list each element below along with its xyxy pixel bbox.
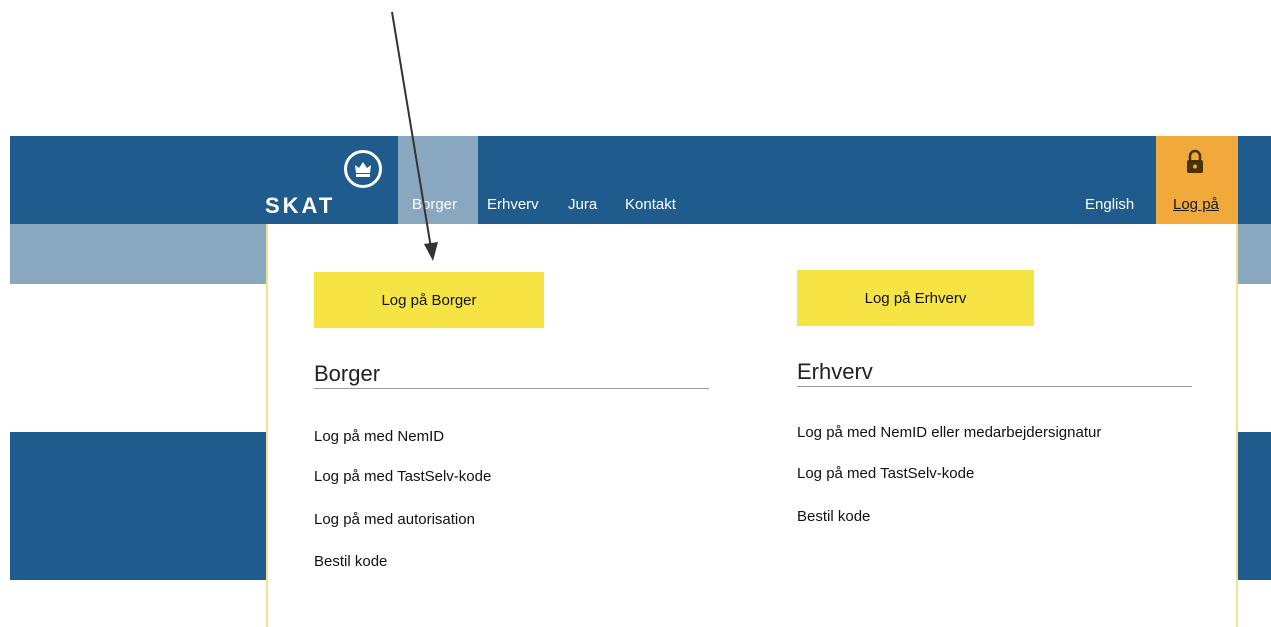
login-erhverv-button[interactable]: Log på Erhverv bbox=[797, 270, 1034, 326]
borger-link-nemid[interactable]: Log på med NemID bbox=[314, 428, 444, 445]
erhverv-link-bestil-kode[interactable]: Bestil kode bbox=[797, 508, 870, 525]
borger-link-autorisation[interactable]: Log på med autorisation bbox=[314, 511, 475, 528]
logo-wordmark: SKAT bbox=[265, 193, 336, 218]
crown-emblem-icon bbox=[344, 150, 382, 188]
nav-jura[interactable]: Jura bbox=[568, 196, 597, 213]
erhverv-link-nemid[interactable]: Log på med NemID eller medarbejdersignat… bbox=[797, 424, 1101, 441]
login-dropdown-panel: Log på Borger Borger Log på med NemID Lo… bbox=[266, 224, 1238, 627]
borger-link-bestil-kode[interactable]: Bestil kode bbox=[314, 553, 387, 570]
erhverv-divider bbox=[797, 386, 1192, 387]
padlock-icon bbox=[1184, 149, 1206, 175]
erhverv-link-tastselv[interactable]: Log på med TastSelv-kode bbox=[797, 465, 974, 482]
skat-logo[interactable]: SKAT bbox=[262, 148, 382, 218]
english-link[interactable]: English bbox=[1085, 196, 1134, 213]
borger-link-tastselv[interactable]: Log på med TastSelv-kode bbox=[314, 468, 491, 485]
nav-erhverv[interactable]: Erhverv bbox=[487, 196, 539, 213]
erhverv-section-title: Erhverv bbox=[797, 359, 873, 384]
nav-borger[interactable]: Borger bbox=[412, 196, 457, 213]
login-link[interactable]: Log på bbox=[1173, 196, 1219, 213]
borger-section-title: Borger bbox=[314, 361, 381, 386]
borger-divider bbox=[314, 388, 709, 389]
nav-kontakt[interactable]: Kontakt bbox=[625, 196, 676, 213]
login-borger-button[interactable]: Log på Borger bbox=[314, 272, 544, 328]
